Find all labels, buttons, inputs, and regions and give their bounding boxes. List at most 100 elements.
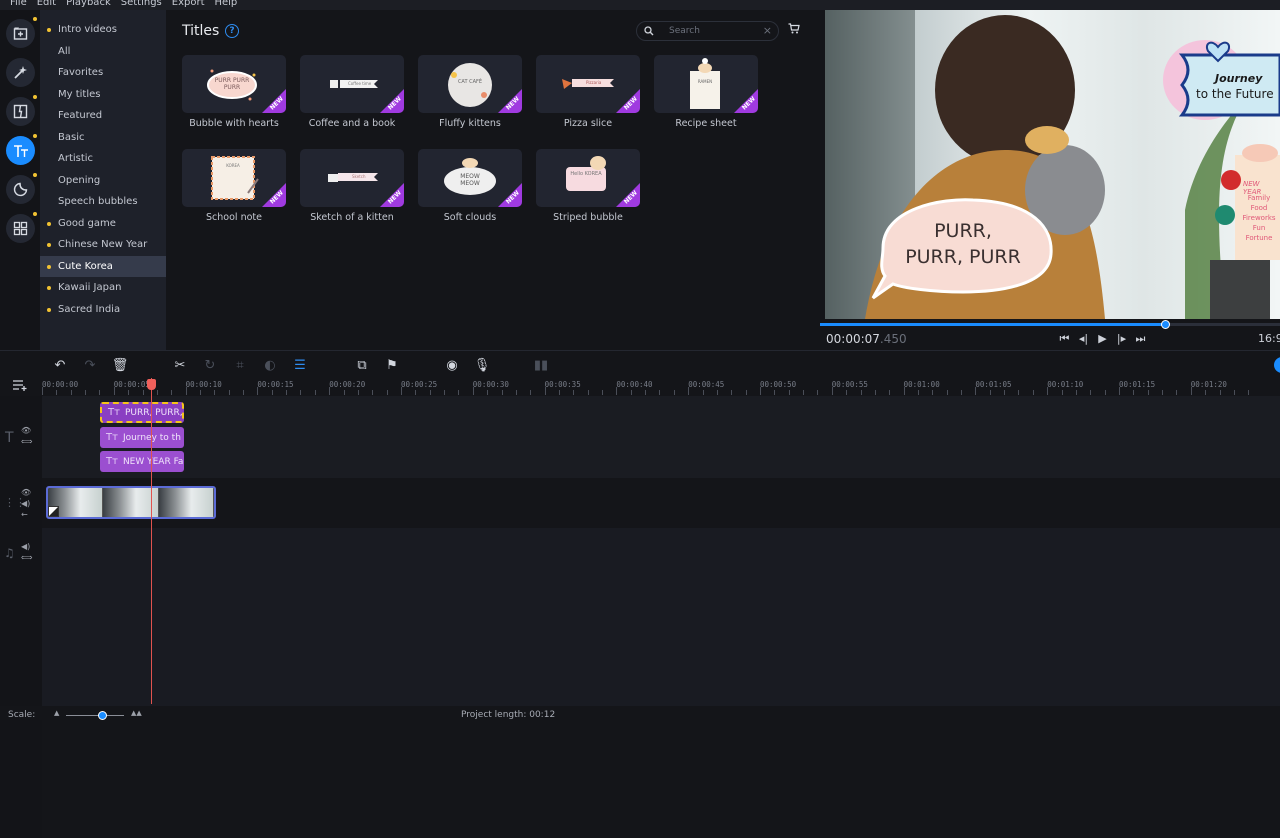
title-clip[interactable]: Tт PURR, PURR, bbox=[100, 402, 184, 423]
previous-frame-icon[interactable]: ◂| bbox=[1077, 332, 1090, 346]
clip-properties-icon[interactable]: ☰ bbox=[292, 357, 308, 373]
category-my-titles[interactable]: My titles bbox=[40, 84, 166, 106]
ruler-tick bbox=[1004, 390, 1006, 395]
timeline-toolbar: ↶ ↷ 🗑 ✂ ↻ ⌗ ◐ ☰ ⧉ ⚑ ◉ 🎙 ▮▮ bbox=[0, 350, 1280, 378]
category-good-game[interactable]: Good game bbox=[40, 213, 166, 235]
menu-help[interactable]: Help bbox=[214, 0, 237, 8]
category-label: Intro videos bbox=[58, 24, 117, 36]
category-kawaii-japan[interactable]: Kawaii Japan bbox=[40, 277, 166, 299]
title-clip-label: PURR, PURR, bbox=[124, 407, 183, 418]
category-speech-bubbles[interactable]: Speech bubbles bbox=[40, 191, 166, 213]
title-clip[interactable]: Tт Journey to th bbox=[100, 427, 184, 448]
visibility-eye-icon[interactable]: 👁 bbox=[21, 426, 31, 435]
search-input[interactable]: Search × bbox=[636, 21, 779, 41]
progress-handle[interactable] bbox=[1161, 320, 1170, 329]
category-artistic[interactable]: Artistic bbox=[40, 148, 166, 170]
aspect-ratio[interactable]: 16:9 bbox=[1258, 332, 1280, 345]
skip-to-end-icon[interactable]: ⏭ bbox=[1134, 332, 1147, 346]
skip-to-start-icon[interactable]: ⏮ bbox=[1058, 332, 1071, 346]
volume-icon[interactable]: ◀) bbox=[21, 542, 30, 551]
cut-icon[interactable]: ✂ bbox=[172, 357, 188, 373]
visibility-eye-icon[interactable]: 👁 bbox=[21, 488, 31, 497]
color-adjust-icon[interactable]: ◐ bbox=[262, 357, 278, 373]
title-clip-icon: Tт bbox=[106, 456, 118, 467]
marker-flag-icon[interactable]: ⚑ bbox=[384, 357, 400, 373]
transitions-button[interactable] bbox=[6, 95, 37, 126]
newyear-item: Fun bbox=[1252, 224, 1266, 232]
title-tile-sketch-of-a-kitten[interactable]: Sketch NEW bbox=[300, 149, 404, 207]
title-tile-pizza-slice[interactable]: Pizzaria NEW bbox=[536, 55, 640, 113]
crop-icon[interactable]: ⌗ bbox=[232, 357, 248, 373]
zoom-out-icon[interactable]: ▲ bbox=[54, 709, 59, 717]
rotate-icon[interactable]: ↻ bbox=[202, 357, 218, 373]
play-icon[interactable]: ▶ bbox=[1096, 332, 1109, 346]
thumbnail-text: KOREA bbox=[226, 163, 240, 168]
zoom-in-icon[interactable]: ▲▲ bbox=[131, 709, 142, 717]
menu-edit[interactable]: Edit bbox=[37, 0, 56, 8]
menu-playback[interactable]: Playback bbox=[66, 0, 111, 8]
timeline-ruler[interactable]: 00:00:00 00:00:05 00:00:10 00:00:15 00:00:20… bbox=[42, 378, 1280, 396]
title-tile-recipe-sheet[interactable]: RAMEN NEW bbox=[654, 55, 758, 113]
import-button[interactable] bbox=[6, 17, 37, 48]
help-icon[interactable]: ? bbox=[225, 24, 239, 38]
playback-progress[interactable] bbox=[820, 320, 1280, 329]
menu-file[interactable]: File bbox=[10, 0, 27, 8]
ruler-tick bbox=[587, 390, 589, 395]
microphone-icon[interactable]: 🎙 bbox=[474, 357, 491, 373]
titles-button[interactable] bbox=[6, 134, 37, 165]
title-tile-fluffy-kittens[interactable]: CAT CAFÉ NEW bbox=[418, 55, 522, 113]
ruler-tick bbox=[401, 387, 402, 395]
title-tile-striped-bubble[interactable]: Hello KOREA NEW bbox=[536, 149, 640, 207]
delete-icon[interactable]: 🗑 bbox=[112, 357, 129, 373]
undo-icon[interactable]: ↶ bbox=[52, 357, 68, 373]
audio-levels-icon[interactable]: ▮▮ bbox=[533, 357, 549, 373]
transition-wizard-icon[interactable]: ⧉ bbox=[354, 357, 370, 373]
add-track-icon[interactable] bbox=[12, 379, 28, 391]
detach-audio-icon[interactable]: ← bbox=[21, 510, 28, 519]
journey-line2: to the Future bbox=[1196, 87, 1274, 101]
clear-search-icon[interactable]: × bbox=[763, 24, 772, 37]
thumbnail-text: PURR PURR PURR bbox=[214, 77, 250, 91]
category-basic[interactable]: Basic bbox=[40, 127, 166, 149]
ruler-label: 00:00:55 bbox=[831, 380, 868, 389]
title-clip[interactable]: Tт NEW YEAR Fa bbox=[100, 451, 184, 472]
ruler-label: 00:00:35 bbox=[544, 380, 581, 389]
category-favorites[interactable]: Favorites bbox=[40, 62, 166, 84]
ruler-tick bbox=[70, 390, 72, 395]
stickers-button[interactable] bbox=[6, 173, 37, 204]
video-clip[interactable] bbox=[46, 486, 216, 519]
playhead-line bbox=[151, 378, 152, 704]
export-button[interactable] bbox=[1274, 357, 1280, 373]
category-all[interactable]: All bbox=[40, 41, 166, 63]
title-tile-coffee-and-a-book[interactable]: Coffee time NEW bbox=[300, 55, 404, 113]
scale-slider-track[interactable] bbox=[66, 715, 124, 716]
title-tile-school-note[interactable]: KOREA NEW bbox=[182, 149, 286, 207]
ruler-tick bbox=[1061, 390, 1063, 395]
cart-icon[interactable] bbox=[788, 23, 800, 34]
webcam-icon[interactable]: ◉ bbox=[444, 357, 460, 373]
link-icon[interactable]: ⟺ bbox=[21, 437, 32, 446]
menu-settings[interactable]: Settings bbox=[121, 0, 162, 8]
volume-icon[interactable]: ◀) bbox=[21, 499, 30, 508]
category-sacred-india[interactable]: Sacred India bbox=[40, 299, 166, 321]
menu-export[interactable]: Export bbox=[172, 0, 205, 8]
playhead-handle[interactable] bbox=[147, 379, 156, 390]
redo-icon[interactable]: ↷ bbox=[82, 357, 98, 373]
more-tools-button[interactable] bbox=[6, 212, 37, 243]
category-chinese-new-year[interactable]: Chinese New Year bbox=[40, 234, 166, 256]
scale-slider-handle[interactable] bbox=[97, 711, 107, 720]
title-tile-bubble-with-hearts[interactable]: PURR PURR PURR NEW bbox=[182, 55, 286, 113]
newyear-items: Family Food Fireworks Fun Fortune bbox=[1237, 193, 1280, 243]
transition-icon[interactable] bbox=[48, 506, 59, 517]
filters-button[interactable] bbox=[6, 58, 35, 87]
category-intro-videos[interactable]: Intro videos bbox=[40, 19, 166, 41]
ruler-tick bbox=[85, 390, 87, 395]
ruler-tick bbox=[357, 390, 359, 395]
category-label: Favorites bbox=[58, 67, 104, 79]
category-featured[interactable]: Featured bbox=[40, 105, 166, 127]
title-tile-soft-clouds[interactable]: MEOW MEOW NEW bbox=[418, 149, 522, 207]
category-cute-korea[interactable]: Cute Korea bbox=[40, 255, 166, 277]
category-opening[interactable]: Opening bbox=[40, 170, 166, 192]
mute-link-icon[interactable]: ⟺ bbox=[21, 553, 32, 562]
next-frame-icon[interactable]: |▸ bbox=[1115, 332, 1128, 346]
